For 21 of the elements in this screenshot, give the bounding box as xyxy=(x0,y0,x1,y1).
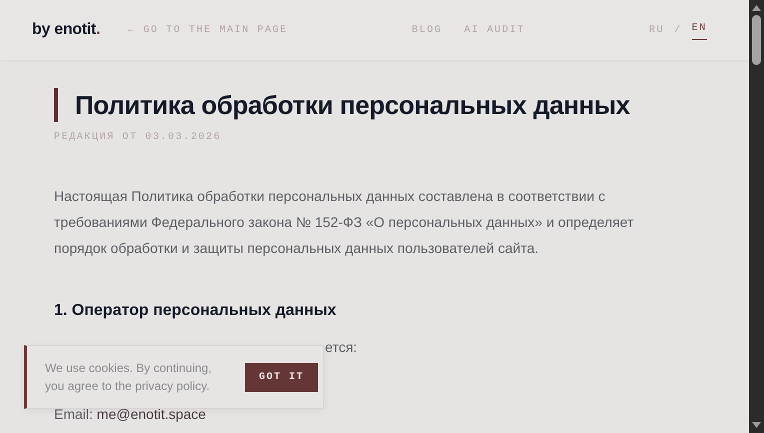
body-text: ется: xyxy=(325,339,358,356)
got-it-button[interactable]: GOT IT xyxy=(245,362,318,392)
logo[interactable]: by enotit. xyxy=(32,18,100,42)
back-link[interactable]: ← GO TO THE MAIN PAGE xyxy=(128,22,288,38)
language-link[interactable]: EN xyxy=(692,20,707,40)
nav-link[interactable]: BLOG xyxy=(412,22,442,38)
nav-link[interactable]: AI AUDIT xyxy=(464,22,525,38)
scroll-up-icon[interactable] xyxy=(752,5,761,11)
section-heading: 1. Оператор персональных данных xyxy=(54,301,338,320)
intro-paragraph: Настоящая Политика обработки персональных данных составлена в соответствии с требованиями Федерального закона № 152-ФЗ «О персональных данных» и определяет порядок обработки и защиты персональных данных пользователей сайта. xyxy=(54,187,635,258)
scrollbar[interactable] xyxy=(749,0,764,433)
revision-date: РЕДАКЦИЯ ОТ 03.03.2026 xyxy=(54,131,222,145)
page-title: Политика обработки персональных данных xyxy=(54,88,695,122)
email-value: me@enotit.space xyxy=(96,406,206,422)
language-separator: / xyxy=(674,24,682,38)
cookie-text: We use cookies. By continuing, you agree to the privacy policy. xyxy=(45,360,213,395)
language-link[interactable]: RU xyxy=(648,22,664,38)
scroll-down-icon[interactable] xyxy=(752,422,761,428)
privacy-policy-link[interactable]: privacy policy xyxy=(135,379,206,393)
scroll-thumb[interactable] xyxy=(752,15,761,65)
email-label: Email: xyxy=(54,406,93,422)
